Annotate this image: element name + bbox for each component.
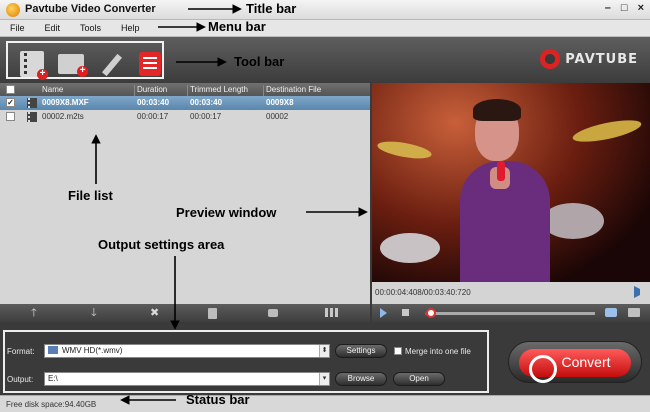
file-destination: 0009X8	[266, 98, 294, 107]
table-row[interactable]: 00002.m2ts 00:00:17 00:00:17 00002	[0, 110, 370, 124]
annotation-tool-bar: Tool bar	[234, 54, 285, 69]
singer-hair	[473, 99, 521, 121]
seek-handle[interactable]	[426, 308, 437, 318]
stop-icon[interactable]	[402, 309, 409, 316]
column-destination[interactable]: Destination File	[266, 85, 321, 94]
column-name[interactable]: Name	[42, 85, 63, 94]
remove-icon[interactable]: ✖	[150, 306, 159, 320]
snapshot-icon[interactable]	[605, 308, 617, 317]
output-path-input[interactable]: E:\ ▾	[44, 372, 330, 386]
menu-file[interactable]: File	[10, 23, 25, 33]
chevron-down-icon[interactable]: ▾	[319, 373, 329, 385]
status-bar: Free disk space:94.40GB	[0, 395, 650, 412]
delete-icon[interactable]	[208, 308, 217, 319]
subtitle-icon[interactable]	[268, 309, 278, 317]
video-file-icon	[27, 98, 37, 108]
menu-bar: File Edit Tools Help	[0, 20, 650, 37]
file-trimmed: 00:03:40	[190, 98, 223, 107]
app-window: Pavtube Video Converter – □ × File Edit …	[0, 0, 650, 412]
move-down-icon[interactable]: 🡓	[91, 306, 97, 320]
playback-controls	[372, 304, 650, 322]
toolbar-group: + +	[6, 41, 164, 80]
annotation-title-bar: Title bar	[246, 1, 297, 16]
open-snapshot-folder-icon[interactable]	[628, 308, 640, 317]
output-label: Output:	[7, 375, 34, 384]
move-up-icon[interactable]: 🡑	[31, 306, 37, 320]
annotation-output-settings: Output settings area	[98, 237, 225, 252]
file-list: Name Duration Trimmed Length Destination…	[0, 83, 370, 304]
convert-icon	[529, 355, 557, 383]
edit-icon[interactable]	[101, 53, 123, 77]
drum-shape	[542, 203, 604, 239]
select-all-checkbox[interactable]	[6, 85, 15, 94]
annotation-menu-bar: Menu bar	[208, 19, 266, 34]
table-row[interactable]: ✓ 0009X8.MXF 00:03:40 00:03:40 0009X8	[0, 96, 370, 110]
annotation-preview-window: Preview window	[176, 205, 277, 220]
menu-edit[interactable]: Edit	[45, 23, 61, 33]
file-list-actions: 🡑 🡓 ✖	[0, 304, 370, 322]
merge-icon[interactable]	[325, 308, 339, 317]
microphone-shape	[497, 161, 505, 181]
browse-button[interactable]: Browse	[335, 372, 387, 386]
drum-shape	[380, 233, 440, 263]
timecode: 00:00:04:408/00:03:40:720	[375, 288, 471, 297]
chevron-down-icon[interactable]: ⬍	[319, 345, 329, 357]
menu-help[interactable]: Help	[121, 23, 140, 33]
annotation-file-list: File list	[68, 188, 113, 203]
settings-button[interactable]: Settings	[335, 344, 387, 358]
column-duration[interactable]: Duration	[137, 85, 167, 94]
preview-timebar: 00:00:04:408/00:03:40:720	[372, 282, 650, 304]
disk-space: Free disk space:94.40GB	[6, 400, 97, 409]
open-button[interactable]: Open	[393, 372, 445, 386]
app-logo-icon	[6, 3, 20, 17]
file-name: 00002.m2ts	[42, 112, 84, 121]
menu-tools[interactable]: Tools	[80, 23, 101, 33]
video-file-icon	[27, 112, 37, 122]
file-list-header: Name Duration Trimmed Length Destination…	[0, 83, 370, 98]
convert-button-frame: Convert	[508, 341, 642, 383]
file-name: 0009X8.MXF	[42, 98, 89, 107]
maximize-button[interactable]: □	[621, 2, 628, 14]
close-button[interactable]: ×	[638, 2, 644, 14]
play-icon[interactable]	[380, 308, 387, 318]
toolbar: + + PAVTUBE	[0, 37, 650, 83]
convert-button[interactable]: Convert	[519, 349, 631, 383]
minimize-button[interactable]: –	[605, 2, 611, 14]
annotation-status-bar: Status bar	[186, 392, 250, 407]
file-duration: 00:03:40	[137, 98, 170, 107]
brand-name: PAVTUBE	[565, 51, 638, 67]
window-controls: – □ ×	[605, 2, 644, 14]
add-video-icon[interactable]: +	[20, 51, 48, 80]
file-duration: 00:00:17	[137, 112, 169, 121]
file-destination: 00002	[266, 112, 289, 121]
merge-label: Merge into one file	[405, 347, 471, 356]
brand-logo: PAVTUBE	[540, 49, 638, 69]
window-title: Pavtube Video Converter	[25, 3, 156, 15]
title-bar: Pavtube Video Converter – □ ×	[0, 0, 650, 20]
pavtube-logo-icon	[540, 49, 561, 69]
format-icon	[48, 346, 58, 354]
volume-icon[interactable]	[634, 286, 644, 298]
format-label: Format:	[7, 347, 35, 356]
row-checkbox[interactable]	[6, 112, 15, 121]
merge-checkbox[interactable]	[394, 347, 402, 355]
format-select[interactable]: WMV HD(*.wmv) ⬍	[44, 344, 330, 358]
row-checkbox[interactable]: ✓	[6, 98, 15, 107]
task-list-icon[interactable]	[139, 52, 161, 76]
file-trimmed: 00:00:17	[190, 112, 222, 121]
seek-slider[interactable]	[425, 308, 595, 318]
column-trimmed[interactable]: Trimmed Length	[190, 85, 248, 94]
preview-window	[372, 83, 650, 282]
add-folder-icon[interactable]: +	[58, 54, 88, 77]
